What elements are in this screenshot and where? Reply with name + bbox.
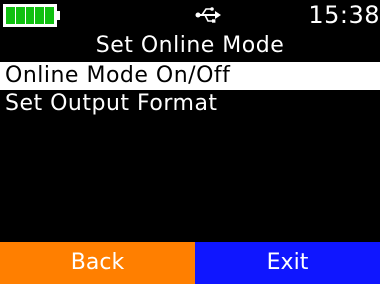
menu-item-output-format[interactable]: Set Output Format — [0, 90, 380, 118]
menu-item-online-mode[interactable]: Online Mode On/Off — [0, 62, 380, 90]
back-button[interactable]: Back — [0, 242, 195, 284]
softkey-bar: Back Exit — [0, 242, 380, 284]
battery-cell — [25, 7, 35, 24]
battery-cell — [15, 7, 25, 24]
battery-full-icon — [3, 4, 57, 27]
battery-cell — [6, 7, 15, 24]
clock: 15:38 — [308, 1, 380, 29]
battery-cell — [45, 7, 54, 24]
usb-icon — [195, 7, 221, 23]
status-bar: 15:38 — [0, 0, 380, 32]
battery-tip — [57, 11, 60, 20]
exit-button[interactable]: Exit — [195, 242, 380, 284]
battery-cell — [35, 7, 45, 24]
page-title: Set Online Mode — [95, 33, 285, 58]
menu-list: Online Mode On/Off Set Output Format — [0, 62, 380, 118]
